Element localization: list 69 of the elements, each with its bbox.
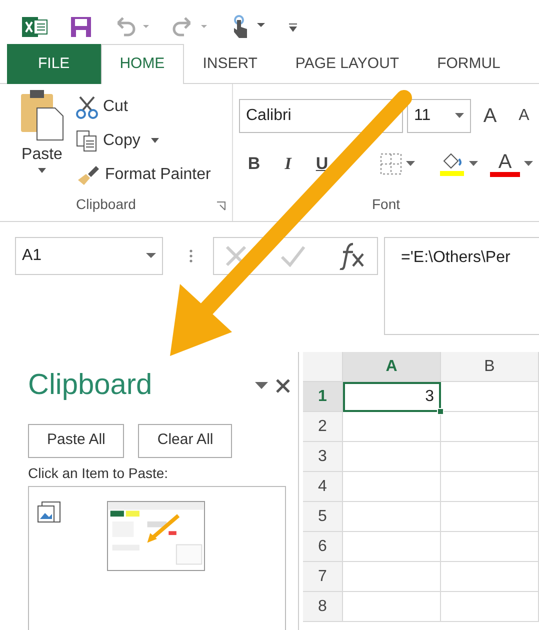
row-header[interactable]: 2 [303, 412, 343, 442]
dialog-launcher-icon[interactable] [216, 201, 226, 211]
empty-cell[interactable] [441, 472, 539, 502]
copy-button[interactable]: Copy [103, 129, 140, 153]
brush-icon [76, 164, 100, 186]
empty-cell[interactable] [441, 562, 539, 592]
pane-button[interactable]: Clear All [138, 424, 232, 458]
cut-button[interactable]: Cut [103, 95, 128, 119]
caret-icon[interactable] [524, 161, 533, 167]
ribbon-tab[interactable]: HOME [100, 44, 184, 84]
row-header[interactable]: 3 [303, 442, 343, 472]
copy-icon [76, 130, 98, 152]
function-icon[interactable] [337, 242, 367, 270]
empty-cell[interactable] [441, 592, 539, 622]
fill-color-icon[interactable] [439, 151, 465, 177]
column-header[interactable]: A [343, 352, 441, 382]
close-icon[interactable] [276, 378, 290, 393]
row-header[interactable]: 4 [303, 472, 343, 502]
underline-button[interactable]: U [307, 151, 337, 177]
row-header[interactable]: 8 [303, 592, 343, 622]
save-icon[interactable] [70, 16, 92, 38]
italic-button[interactable]: I [273, 151, 303, 177]
undo-icon[interactable] [114, 17, 150, 37]
row-header[interactable]: 6 [303, 532, 343, 562]
scissors-icon [76, 95, 98, 119]
row-header[interactable]: 1 [303, 382, 343, 412]
corner-cell[interactable] [303, 352, 343, 382]
pane-button[interactable]: Paste All [28, 424, 124, 458]
row-header[interactable]: 7 [303, 562, 343, 592]
empty-cell[interactable] [441, 532, 539, 562]
caret-icon[interactable] [146, 253, 156, 259]
caret-icon[interactable] [455, 113, 464, 119]
ribbon-tab[interactable]: PAGE LAYOUT [276, 44, 418, 84]
cancel-icon[interactable] [224, 244, 248, 268]
grow-font-button[interactable]: A [475, 101, 505, 131]
group-label: Font [370, 195, 401, 214]
empty-cell[interactable] [441, 502, 539, 532]
caret-icon[interactable] [469, 161, 478, 167]
formula-field[interactable]: ='E:\Others\Per [384, 237, 539, 335]
paste-icon[interactable] [19, 90, 65, 142]
redo-icon[interactable] [172, 17, 208, 37]
check-icon[interactable] [280, 245, 306, 267]
row-header[interactable]: 5 [303, 502, 343, 532]
ribbon-tab[interactable]: FORMUL [418, 44, 520, 84]
font-color-button[interactable]: A [490, 152, 520, 176]
fill-handle[interactable] [437, 408, 444, 415]
shrink-font-button[interactable]: A [509, 104, 539, 128]
bold-button[interactable]: B [239, 151, 269, 177]
font-name-field[interactable]: Calibri [239, 99, 403, 133]
caret-icon[interactable] [406, 161, 415, 167]
borders-icon[interactable] [380, 153, 402, 175]
ribbon-tab[interactable]: INSERT [184, 44, 276, 84]
empty-cell[interactable] [441, 382, 539, 412]
instruction-text: Click an Item to Paste: [28, 464, 170, 482]
font-size-field[interactable]: 11 [407, 99, 471, 133]
table-cell[interactable]: 3 [343, 382, 441, 412]
group-label: Clipboard [75, 195, 137, 214]
empty-cell[interactable] [441, 442, 539, 472]
name-box[interactable]: A1 [15, 237, 163, 275]
excel-icon[interactable] [22, 15, 48, 39]
paste-label[interactable]: Paste [22, 142, 62, 168]
empty-cell[interactable] [441, 412, 539, 442]
format-painter-button[interactable]: Format Painter [105, 163, 211, 187]
caret-icon[interactable] [37, 168, 47, 174]
file-tab[interactable]: FILE [7, 44, 101, 84]
pane-title: Clipboard [28, 368, 152, 403]
column-header[interactable]: B [441, 352, 539, 382]
caret-icon[interactable] [255, 382, 268, 390]
grip-icon [189, 249, 193, 263]
